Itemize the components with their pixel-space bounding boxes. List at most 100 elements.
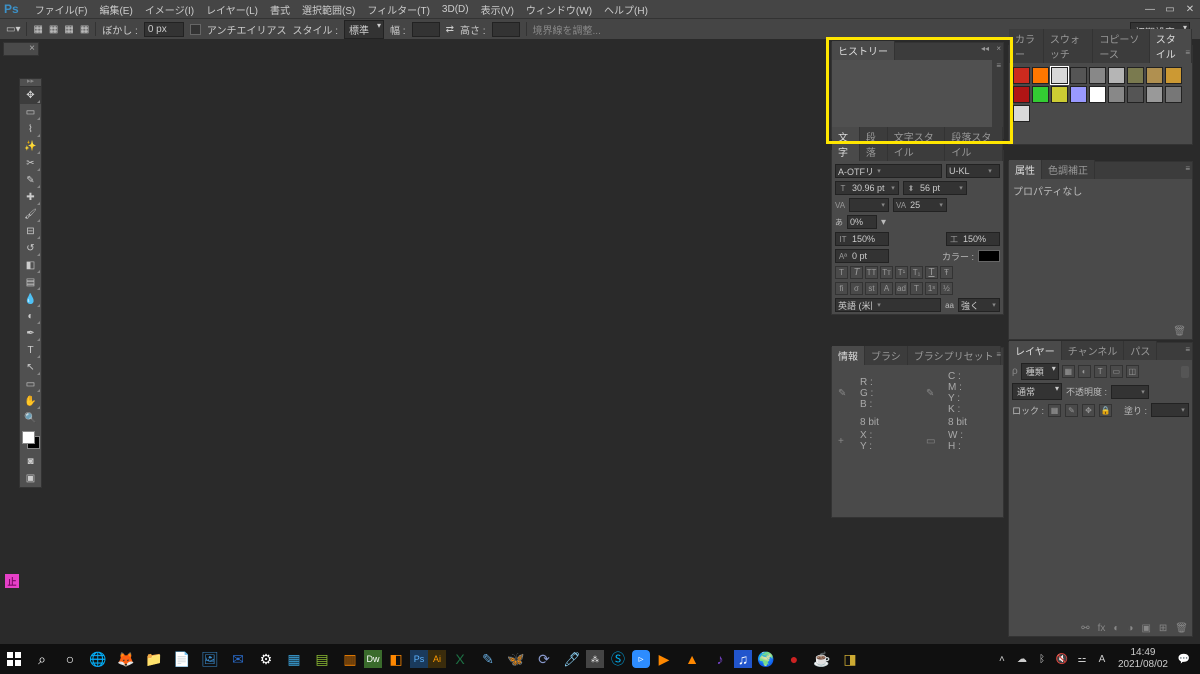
feather-input[interactable] [144, 22, 184, 37]
blur-tool[interactable]: 💧 [20, 291, 41, 308]
tab-brush[interactable]: ブラシ [865, 346, 908, 365]
quickmask-toggle[interactable]: ◙ [20, 453, 41, 470]
menu-file[interactable]: ファイル(F) [29, 0, 94, 19]
tab-brushpreset[interactable]: ブラシプリセット [908, 346, 1001, 365]
opacity-input[interactable] [1112, 386, 1138, 398]
tab-swatch[interactable]: スウォッチ [1044, 29, 1093, 63]
tab-style[interactable]: スタイル [1150, 29, 1192, 63]
width-input[interactable] [412, 22, 440, 37]
style-swatch[interactable] [1127, 67, 1144, 84]
style-swatch[interactable] [1146, 67, 1163, 84]
layer-group-icon[interactable]: ▣ [1141, 623, 1150, 634]
menu-select[interactable]: 選択範囲(S) [296, 0, 361, 19]
taskbar-skype-icon[interactable]: Ⓢ [604, 645, 632, 673]
taskbar-vlc-icon[interactable]: ▲ [678, 645, 706, 673]
style-swatch[interactable] [1032, 67, 1049, 84]
lock-trans-icon[interactable]: ▦ [1048, 404, 1061, 417]
opentype-sigma-button[interactable]: σ [850, 282, 863, 295]
style-swatch[interactable] [1165, 67, 1182, 84]
style-swatch[interactable] [1013, 67, 1030, 84]
taskbar-notes-icon[interactable]: 📄 [168, 645, 196, 673]
menu-help[interactable]: ヘルプ(H) [598, 0, 654, 19]
allcaps-button[interactable]: TT [865, 266, 878, 279]
layers-menu-icon[interactable]: ≡ [1185, 345, 1190, 354]
opentype-1st-button[interactable]: 1ˢ [925, 282, 938, 295]
taskbar-pass-icon[interactable]: ⁂ [586, 650, 604, 668]
opentype-A-button[interactable]: A [880, 282, 893, 295]
taskbar-app8-icon[interactable]: ♪ [706, 645, 734, 673]
screenmode-toggle[interactable]: ▣ [20, 470, 41, 487]
blend-mode-dropdown[interactable]: 通常 [1012, 383, 1062, 400]
color-swatches[interactable] [22, 431, 40, 449]
info-menu-icon[interactable]: ≡ [996, 350, 1001, 359]
selection-subtract-icon[interactable]: ▦ [64, 24, 73, 35]
style-swatch[interactable] [1070, 86, 1087, 103]
layer-fx-icon[interactable]: fx [1098, 623, 1106, 634]
filter-smart-icon[interactable]: ◫ [1126, 365, 1139, 378]
style-swatch[interactable] [1089, 67, 1106, 84]
props-menu-icon[interactable]: ≡ [1185, 164, 1190, 173]
filter-type-icon[interactable]: T [1094, 365, 1107, 378]
tray-bluetooth-icon[interactable]: ᛒ [1034, 651, 1050, 667]
tray-volume-icon[interactable]: 🔇 [1054, 651, 1070, 667]
props-delete-icon[interactable]: 🗑 [1173, 326, 1186, 337]
style-swatch[interactable] [1051, 67, 1068, 84]
toolbox-handle[interactable]: ▸▸ [20, 79, 41, 87]
vscale-input[interactable] [850, 233, 888, 245]
style-swatch[interactable] [1013, 105, 1030, 122]
taskbar-globe-icon[interactable]: 🌍 [752, 645, 780, 673]
eyedropper-tool[interactable]: ✎ [20, 172, 41, 189]
taskbar-butterfly-icon[interactable]: 🦋 [502, 645, 530, 673]
tracking-input[interactable] [908, 199, 936, 211]
window-minimize-icon[interactable]: — [1140, 0, 1160, 18]
layer-delete-icon[interactable]: 🗑 [1175, 623, 1188, 634]
taskbar-app10-icon[interactable]: ◨ [836, 645, 864, 673]
taskbar-app5-icon[interactable]: ✎ [474, 645, 502, 673]
taskbar-app3-icon[interactable]: ▥ [336, 645, 364, 673]
style-swatch[interactable] [1051, 86, 1068, 103]
taskbar-app6-icon[interactable]: ⟳ [530, 645, 558, 673]
taskbar-app1-icon[interactable]: ▦ [280, 645, 308, 673]
taskbar-settings-icon[interactable]: ⚙ [252, 645, 280, 673]
taskbar-photos-icon[interactable]: 🖼 [196, 645, 224, 673]
menu-type[interactable]: 書式 [264, 0, 296, 19]
style-swatch[interactable] [1146, 86, 1163, 103]
opentype-T-button[interactable]: T [910, 282, 923, 295]
tray-cloud-icon[interactable]: ☁ [1014, 651, 1030, 667]
taskbar-app7-icon[interactable]: 🖊 [558, 645, 586, 673]
selection-add-icon[interactable]: ▦ [49, 24, 58, 35]
dodge-tool[interactable]: ◐ [20, 308, 41, 325]
tray-chevron-icon[interactable]: ˄ [994, 651, 1010, 667]
tab-character[interactable]: 文字 [832, 127, 860, 161]
taskbar-firefox-icon[interactable]: 🦊 [112, 645, 140, 673]
taskbar-music-icon[interactable]: ♫ [734, 650, 752, 668]
taskbar-explorer-icon[interactable]: 📁 [140, 645, 168, 673]
antialias-checkbox[interactable] [190, 24, 201, 35]
font-family-input[interactable] [836, 165, 874, 177]
antialias-input[interactable] [959, 299, 989, 311]
history-brush-tool[interactable]: ↺ [20, 240, 41, 257]
tab-copysource[interactable]: コピーソース [1093, 29, 1149, 63]
taskbar-chrome-icon[interactable]: 🌐 [84, 645, 112, 673]
text-color-swatch[interactable] [978, 250, 1000, 262]
layer-mask-icon[interactable]: ◐ [1113, 623, 1119, 634]
kerning-input[interactable] [850, 199, 878, 211]
tab-layers[interactable]: レイヤー [1009, 341, 1062, 360]
pen-tool[interactable]: ✒ [20, 325, 41, 342]
hand-tool[interactable]: ✋ [20, 393, 41, 410]
filter-shape-icon[interactable]: ▭ [1110, 365, 1123, 378]
tab-paragraph[interactable]: 段落 [860, 127, 888, 161]
marquee-tool[interactable]: ▭ [20, 104, 41, 121]
italic-button[interactable]: T [850, 266, 863, 279]
taskbar-ai-icon[interactable]: Ai [428, 650, 446, 668]
style-swatch[interactable] [1032, 86, 1049, 103]
opentype-ad-button[interactable]: ad [895, 282, 908, 295]
menu-3d[interactable]: 3D(D) [436, 2, 475, 17]
window-maximize-icon[interactable]: ▭ [1160, 0, 1180, 18]
tray-notifications-icon[interactable]: 💬 [1176, 651, 1192, 667]
tray-clock[interactable]: 14:49 2021/08/02 [1114, 647, 1172, 671]
height-input[interactable] [492, 22, 520, 37]
styles-menu-icon[interactable]: ≡ [1185, 48, 1190, 57]
taskbar-app2-icon[interactable]: ▤ [308, 645, 336, 673]
style-dropdown[interactable]: 標準 [344, 20, 384, 39]
